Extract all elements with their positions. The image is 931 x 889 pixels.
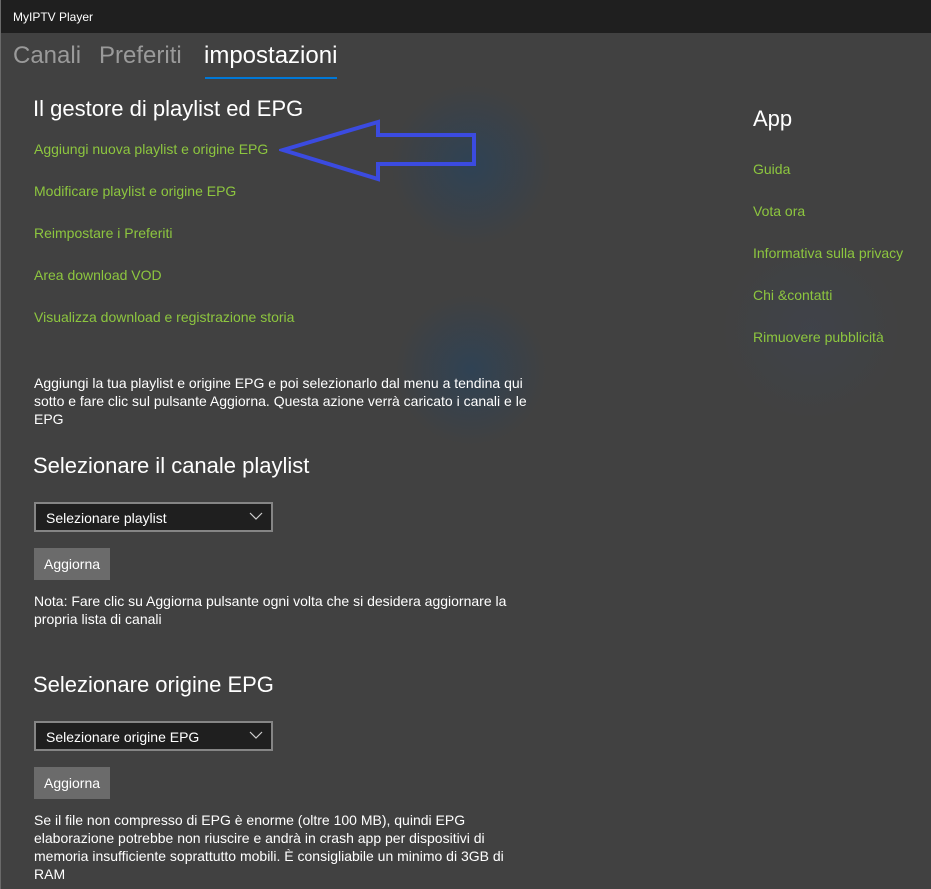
chevron-down-icon (249, 731, 263, 739)
playlist-instructions: Aggiungi la tua playlist e origine EPG e… (34, 375, 527, 427)
tab-preferiti[interactable]: Preferiti (99, 42, 182, 70)
playlist-section-heading: Selezionare il canale playlist (33, 453, 310, 478)
playlist-note: Nota: Fare clic su Aggiorna pulsante ogn… (34, 593, 507, 627)
reset-favorites-link[interactable]: Reimpostare i Preferiti (34, 225, 173, 241)
remove-ads-link[interactable]: Rimuovere pubblicità (753, 329, 884, 345)
playlist-dropdown[interactable]: Selezionare playlist (34, 502, 273, 532)
refresh-epg-button[interactable]: Aggiorna (34, 767, 111, 799)
epg-section-heading: Selezionare origine EPG (33, 672, 274, 697)
vod-download-link[interactable]: Area download VOD (34, 267, 162, 283)
edit-playlist-link[interactable]: Modificare playlist e origine EPG (34, 183, 236, 199)
refresh-playlist-button[interactable]: Aggiorna (34, 548, 111, 580)
active-tab-indicator (205, 77, 337, 79)
rate-now-link[interactable]: Vota ora (753, 203, 805, 219)
tab-impostazioni[interactable]: impostazioni (204, 42, 337, 70)
tab-canali[interactable]: Canali (13, 42, 81, 70)
playlist-dropdown-value: Selezionare playlist (46, 510, 167, 526)
app-section-heading: App (753, 106, 793, 131)
chevron-down-icon (249, 512, 263, 520)
guide-link[interactable]: Guida (753, 161, 790, 177)
playlist-manager-heading: Il gestore di playlist ed EPG (33, 96, 304, 121)
contacts-link[interactable]: Chi &contatti (753, 287, 832, 303)
download-history-link[interactable]: Visualizza download e registrazione stor… (34, 309, 294, 325)
arrow-left-icon (279, 119, 476, 182)
privacy-policy-link[interactable]: Informativa sulla privacy (753, 245, 903, 261)
title-bar: MyIPTV Player (1, 0, 931, 33)
epg-dropdown[interactable]: Selezionare origine EPG (34, 721, 273, 751)
epg-note: Se il file non compresso di EPG è enorme… (34, 812, 504, 882)
window-title: MyIPTV Player (13, 10, 94, 24)
epg-dropdown-value: Selezionare origine EPG (46, 729, 200, 745)
add-playlist-link[interactable]: Aggiungi nuova playlist e origine EPG (34, 141, 268, 157)
app-window: MyIPTV Player Canali Preferiti impostazi… (0, 0, 931, 889)
